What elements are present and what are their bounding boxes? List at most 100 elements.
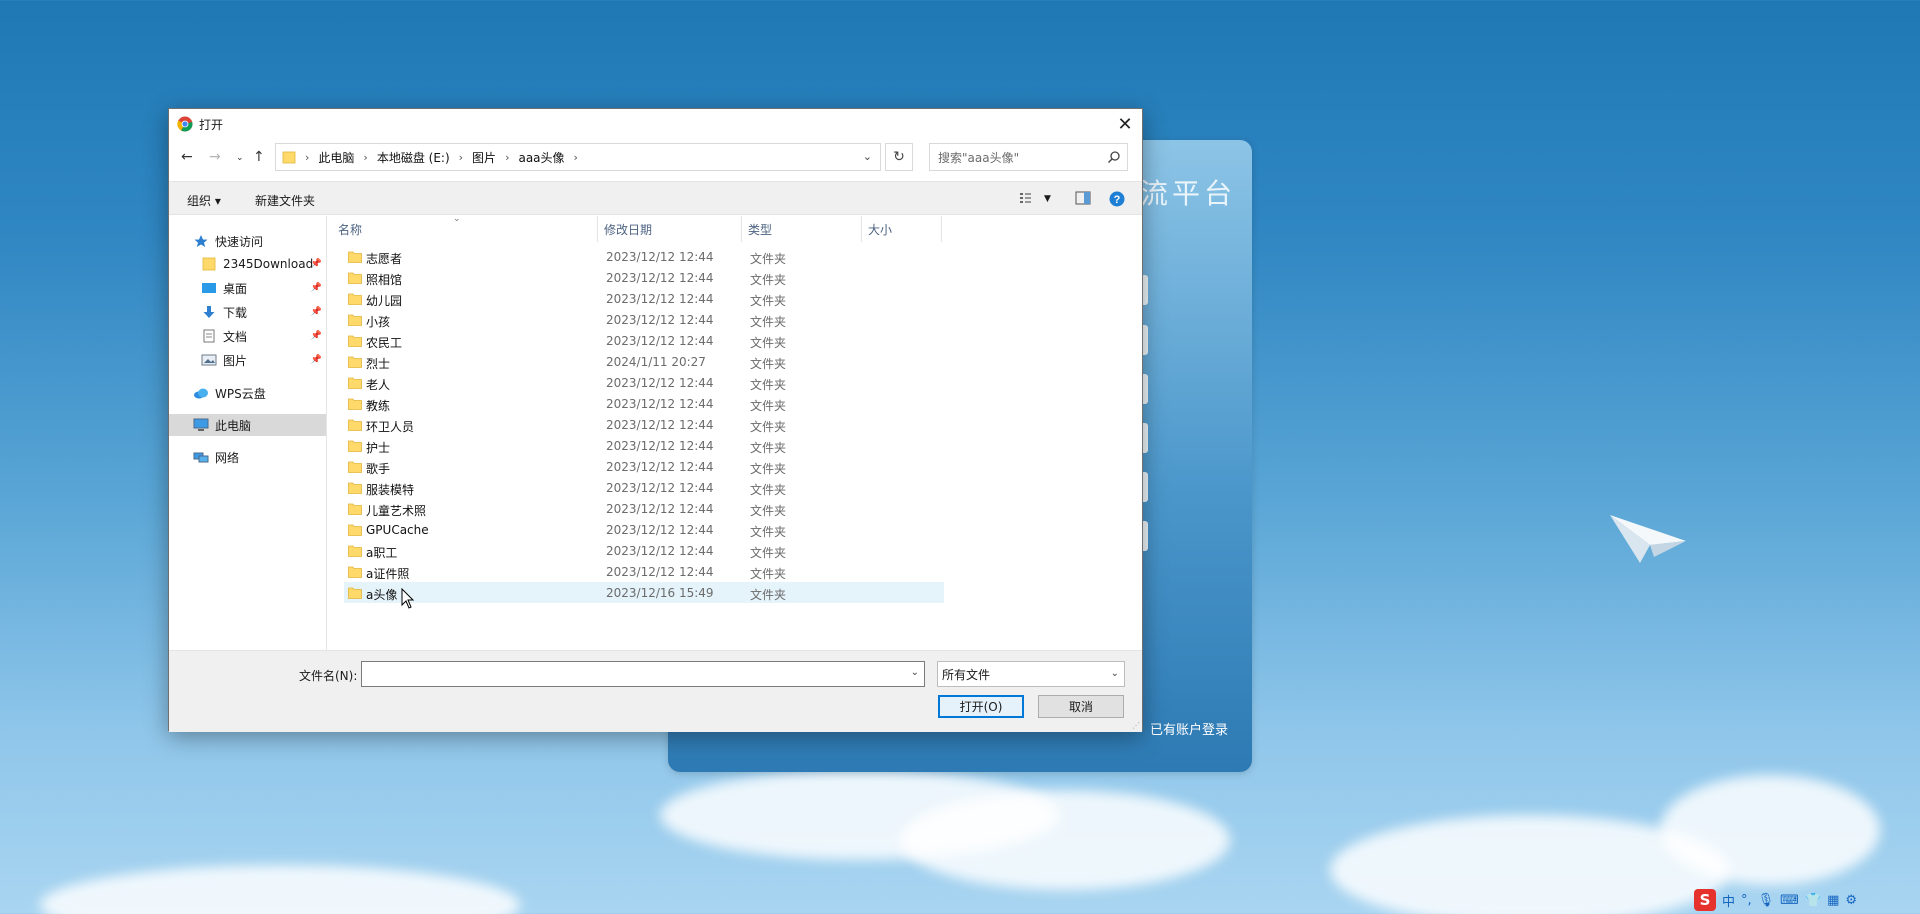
table-row[interactable]: GPUCache 2023/12/12 12:44 文件夹	[344, 519, 944, 540]
computer-icon	[193, 418, 209, 432]
skin-icon[interactable]: 👕	[1805, 893, 1821, 908]
nav-item-network[interactable]: 网络	[169, 446, 326, 468]
nav-item-2345download[interactable]: 2345Download 📌	[169, 253, 326, 275]
resize-grip-icon[interactable]: ⋰	[1132, 721, 1140, 730]
file-rows: 志愿者 2023/12/12 12:44 文件夹 照相馆 2023/12/12 12:4…	[344, 246, 944, 603]
settings-icon[interactable]: ⚙	[1845, 893, 1857, 908]
column-header-type[interactable]: 类型	[742, 216, 862, 242]
table-row[interactable]: 农民工 2023/12/12 12:44 文件夹	[344, 330, 944, 351]
file-name: 歌手	[366, 462, 391, 476]
file-date: 2023/12/12 12:44	[606, 376, 714, 390]
file-name: 烈士	[366, 357, 391, 371]
file-name: 照相馆	[366, 273, 403, 287]
sogou-logo-icon[interactable]: S	[1694, 889, 1716, 911]
nav-item-documents[interactable]: 文档 📌	[169, 325, 326, 347]
file-type: 文件夹	[750, 315, 787, 329]
forward-button[interactable]: →	[209, 149, 221, 165]
folder-icon	[348, 482, 362, 494]
file-type: 文件夹	[750, 462, 787, 476]
cancel-button[interactable]: 取消	[1038, 695, 1124, 718]
keyboard-icon[interactable]: ⌨	[1780, 893, 1799, 908]
column-header-name[interactable]: 名称 ⌄	[328, 214, 598, 242]
help-icon[interactable]: ?	[1109, 191, 1125, 207]
ime-punctuation[interactable]: °,	[1741, 893, 1752, 908]
chevron-down-icon[interactable]: ⌄	[911, 667, 919, 678]
nav-label: 网络	[215, 450, 240, 465]
file-name: a头像	[366, 588, 398, 602]
table-row[interactable]: 烈士 2024/1/11 20:27 文件夹	[344, 351, 944, 372]
table-row[interactable]: a职工 2023/12/12 12:44 文件夹	[344, 540, 944, 561]
table-row[interactable]: 老人 2023/12/12 12:44 文件夹	[344, 372, 944, 393]
breadcrumb-item[interactable]: 图片	[472, 149, 496, 166]
folder-icon	[348, 251, 362, 263]
filetype-select[interactable]: 所有文件 ⌄	[937, 661, 1125, 687]
chevron-down-icon[interactable]: ▼	[1044, 194, 1051, 204]
folder-icon	[348, 440, 362, 452]
table-row[interactable]: 服装模特 2023/12/12 12:44 文件夹	[344, 477, 944, 498]
nav-item-this-pc[interactable]: 此电脑	[169, 414, 326, 436]
up-button[interactable]: ↑	[253, 149, 265, 165]
table-row[interactable]: a证件照 2023/12/12 12:44 文件夹	[344, 561, 944, 582]
nav-label: 图片	[223, 353, 248, 368]
nav-label: 此电脑	[215, 418, 252, 433]
microphone-icon[interactable]: 🎙	[1758, 893, 1775, 908]
nav-label: 2345Download	[223, 257, 314, 271]
table-row[interactable]: 儿童艺术照 2023/12/12 12:44 文件夹	[344, 498, 944, 519]
nav-quick-access[interactable]: 快速访问	[169, 230, 326, 252]
nav-item-wps-cloud[interactable]: WPS云盘	[169, 382, 326, 404]
breadcrumb-item[interactable]: aaa头像	[518, 149, 564, 166]
folder-icon	[201, 257, 217, 271]
ime-mode[interactable]: 中	[1722, 891, 1735, 910]
table-row[interactable]: 教练 2023/12/12 12:44 文件夹	[344, 393, 944, 414]
navigation-pane: 快速访问 2345Download 📌 桌面 📌 下载 📌 文档 📌 图片 📌	[169, 216, 327, 650]
table-row[interactable]: a头像 2023/12/16 15:49 文件夹	[344, 582, 944, 603]
file-date: 2024/1/11 20:27	[606, 355, 706, 369]
breadcrumb-item[interactable]: 此电脑	[318, 149, 354, 166]
file-type: 文件夹	[750, 252, 787, 266]
table-row[interactable]: 环卫人员 2023/12/12 12:44 文件夹	[344, 414, 944, 435]
open-button[interactable]: 打开(O)	[938, 695, 1024, 718]
preview-pane-icon[interactable]	[1075, 191, 1091, 205]
organize-menu[interactable]: 组织 ▾	[187, 192, 221, 209]
recent-locations-button[interactable]: ⌄	[236, 153, 244, 163]
refresh-button[interactable]: ↻	[885, 143, 913, 171]
folder-icon	[348, 524, 362, 536]
file-type: 文件夹	[750, 546, 787, 560]
search-input[interactable]: 搜索"aaa头像"	[929, 143, 1128, 171]
table-row[interactable]: 歌手 2023/12/12 12:44 文件夹	[344, 456, 944, 477]
new-folder-button[interactable]: 新建文件夹	[255, 192, 315, 209]
filename-input[interactable]: ⌄	[361, 661, 925, 687]
table-row[interactable]: 照相馆 2023/12/12 12:44 文件夹	[344, 267, 944, 288]
nav-item-downloads[interactable]: 下载 📌	[169, 301, 326, 323]
table-row[interactable]: 幼儿园 2023/12/12 12:44 文件夹	[344, 288, 944, 309]
folder-icon	[348, 461, 362, 473]
chevron-down-icon[interactable]: ⌄	[863, 150, 872, 163]
chevron-down-icon: ⌄	[1110, 668, 1119, 679]
address-bar[interactable]: › 此电脑 › 本地磁盘 (E:) › 图片 › aaa头像 › ⌄	[275, 143, 881, 171]
nav-item-desktop[interactable]: 桌面 📌	[169, 277, 326, 299]
ime-toolbar: S 中 °, 🎙 ⌨ 👕 ▦ ⚙	[1690, 887, 1861, 913]
table-row[interactable]: 志愿者 2023/12/12 12:44 文件夹	[344, 246, 944, 267]
picture-icon	[201, 353, 217, 367]
column-header-date[interactable]: 修改日期	[598, 216, 742, 242]
folder-icon	[348, 419, 362, 431]
file-name: 环卫人员	[366, 420, 415, 434]
back-button[interactable]: ←	[181, 149, 193, 165]
column-label: 名称	[338, 222, 363, 237]
table-row[interactable]: 小孩 2023/12/12 12:44 文件夹	[344, 309, 944, 330]
file-type: 文件夹	[750, 588, 787, 602]
login-link[interactable]: 已有账户登录	[1150, 719, 1228, 738]
toolbox-icon[interactable]: ▦	[1827, 893, 1839, 908]
column-header-size[interactable]: 大小	[862, 216, 942, 242]
breadcrumb-item[interactable]: 本地磁盘 (E:)	[377, 149, 450, 166]
network-icon	[193, 450, 209, 464]
file-date: 2023/12/12 12:44	[606, 460, 714, 474]
nav-item-pictures[interactable]: 图片 📌	[169, 349, 326, 371]
file-name: GPUCache	[366, 523, 429, 537]
file-date: 2023/12/12 12:44	[606, 565, 714, 579]
view-options-icon[interactable]	[1019, 191, 1033, 205]
file-name: 教练	[366, 399, 391, 413]
close-button[interactable]: ✕	[1108, 109, 1142, 139]
table-row[interactable]: 护士 2023/12/12 12:44 文件夹	[344, 435, 944, 456]
close-icon: ✕	[1117, 113, 1133, 135]
